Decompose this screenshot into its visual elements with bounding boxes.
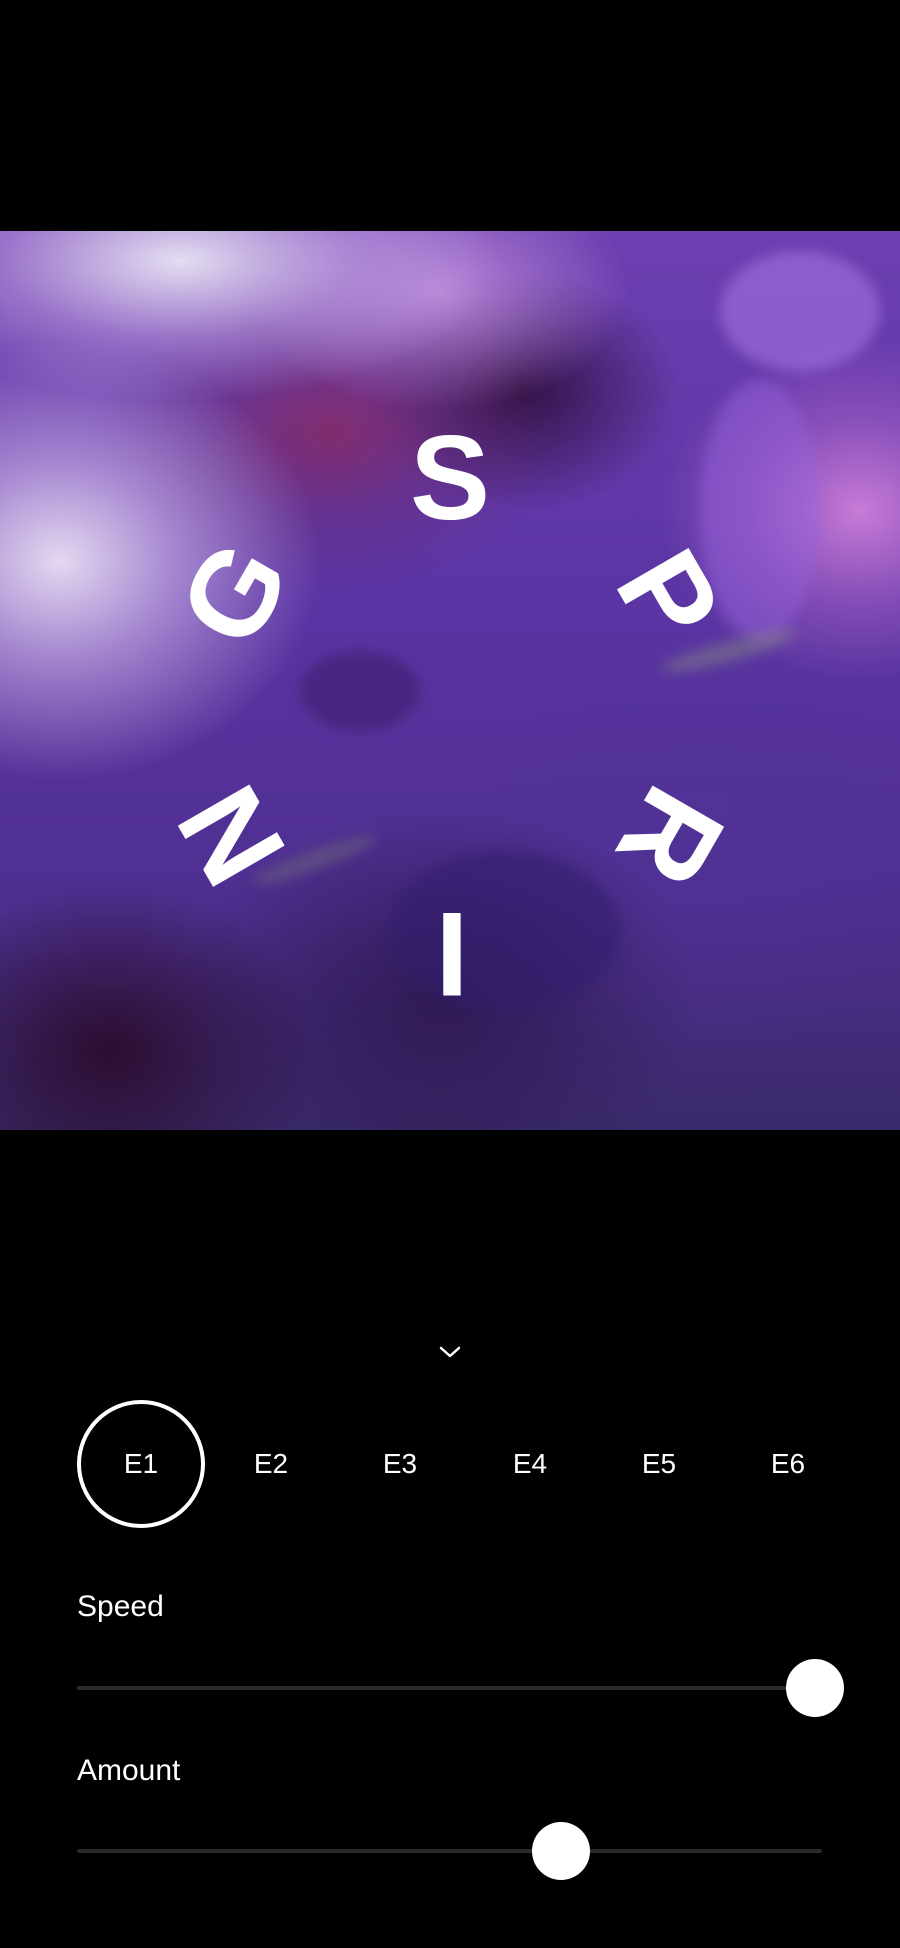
title-letter-n: N [152,764,311,906]
effect-option-e2[interactable]: E2 [207,1400,335,1528]
chevron-down-icon [439,1346,461,1358]
amount-slider[interactable] [77,1821,822,1881]
app-screen: S P R I N G E1 E2 E3 E4 E5 E6 Speed Amou… [0,0,900,1948]
title-letter-g: G [153,520,316,668]
speed-label: Speed [77,1590,164,1623]
effect-option-e4[interactable]: E4 [466,1400,594,1528]
amount-label: Amount [77,1754,181,1787]
video-preview: S P R I N G [0,231,900,1130]
effect-label: E3 [382,1448,418,1479]
title-letter-s: S [410,411,490,545]
effect-label: E1 [123,1448,159,1479]
amount-slider-track[interactable] [77,1849,822,1853]
title-letter-r: R [591,765,750,907]
effect-label: E6 [770,1448,806,1479]
effect-option-e5[interactable]: E5 [595,1400,723,1528]
collapse-panel-button[interactable] [430,1332,470,1372]
speed-slider-track[interactable] [77,1686,822,1690]
speed-slider-thumb[interactable] [785,1659,844,1717]
effect-label: E5 [641,1448,677,1479]
effect-selector: E1 E2 E3 E4 E5 E6 [77,1400,847,1528]
spring-title-ring: S P R I N G [152,411,750,1021]
title-letter-i: I [435,887,468,1021]
effect-option-e1[interactable]: E1 [77,1400,205,1528]
title-letter-p: P [590,528,746,664]
effect-label: E2 [253,1448,289,1479]
amount-slider-thumb[interactable] [532,1822,591,1880]
effect-label: E4 [512,1448,548,1479]
speed-slider[interactable] [77,1658,844,1718]
effect-option-e3[interactable]: E3 [336,1400,464,1528]
effect-option-e6[interactable]: E6 [724,1400,852,1528]
